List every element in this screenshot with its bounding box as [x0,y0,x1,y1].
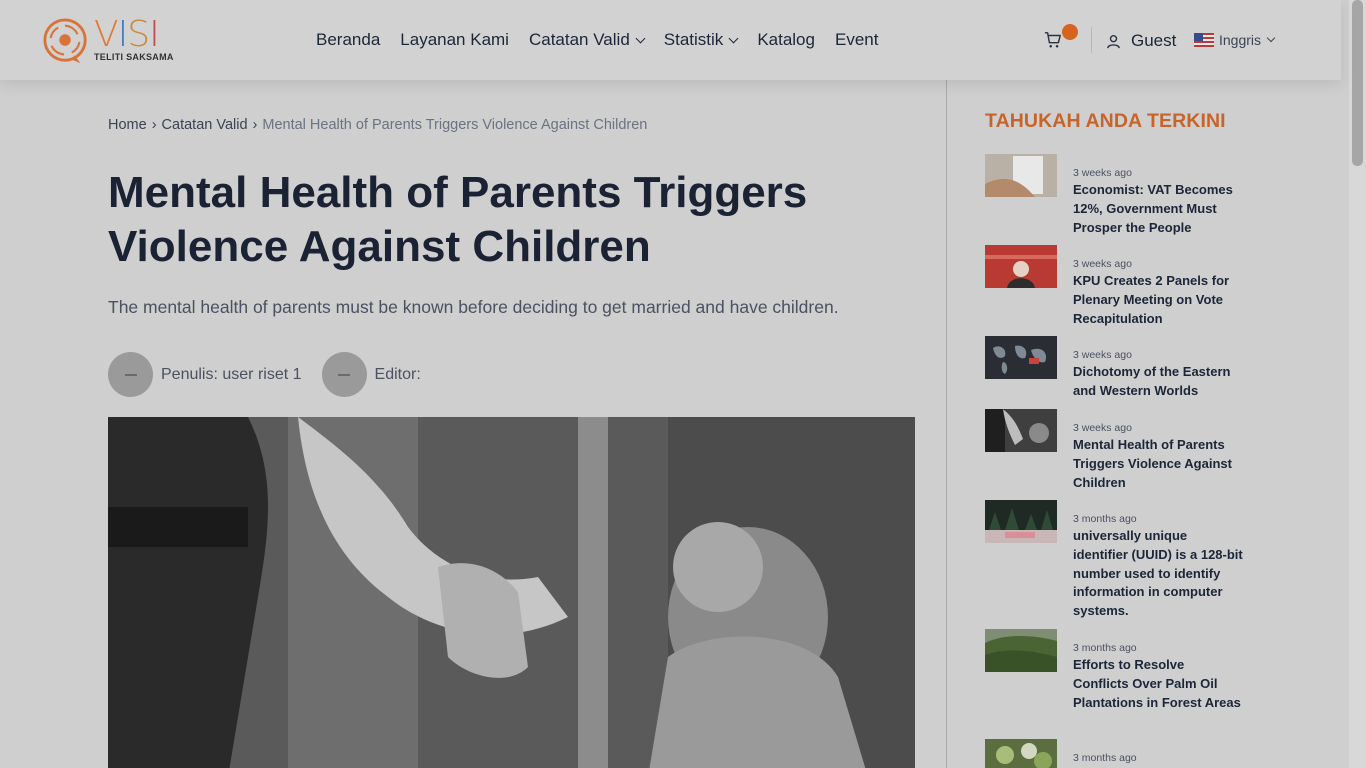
logo-text: VISI TELITI SAKSAMA [94,14,174,63]
news-item[interactable]: 3 weeks ago Mental Health of Parents Tri… [985,409,1245,492]
writer-avatar [108,352,153,397]
logo-aperture-icon [43,18,87,64]
nav-catatan-valid[interactable]: Catatan Valid [529,30,646,50]
user-menu[interactable]: Guest [1106,31,1176,51]
news-thumbnail [985,336,1057,379]
site-header: VISI TELITI SAKSAMA Beranda Layanan Kami… [0,0,1341,80]
news-item[interactable]: 3 months ago Efforts to Resolve Conflict… [985,629,1245,712]
news-title[interactable]: Dichotomy of the Eastern and Western Wor… [1073,363,1243,401]
user-label: Guest [1131,31,1177,50]
news-item[interactable]: 3 weeks ago KPU Creates 2 Panels for Ple… [985,245,1245,328]
sidebar: TAHUKAH ANDA TERKINI 3 weeks ago Economi… [985,110,1245,768]
us-flag-icon [1194,33,1214,47]
news-title[interactable]: universally unique identifier (UUID) is … [1073,527,1243,621]
news-thumbnail [985,629,1057,672]
chevron-down-icon [1266,33,1276,43]
editor-block: Editor: [321,352,421,397]
nav-beranda[interactable]: Beranda [316,30,380,50]
news-thumbnail [985,245,1057,288]
breadcrumb-catatan-valid[interactable]: Catatan Valid [162,117,248,133]
breadcrumb: Home › Catatan Valid › Mental Health of … [108,117,647,133]
article-main: Home › Catatan Valid › Mental Health of … [0,80,947,768]
user-icon [1107,34,1120,48]
news-thumbnail [985,500,1057,543]
editor-label: Editor: [374,365,421,383]
news-time: 3 months ago [1073,752,1137,764]
news-title[interactable]: Efforts to Resolve Conflicts Over Palm O… [1073,656,1243,712]
news-item[interactable]: 3 weeks ago Dichotomy of the Eastern and… [985,336,1245,401]
logo-wordmark: VISI [94,14,160,55]
article-authors: Penulis: user riset 1 Editor: [108,352,441,397]
breadcrumb-current: Mental Health of Parents Triggers Violen… [262,117,648,133]
news-time: 3 months ago [1073,513,1137,525]
logo-tagline: TELITI SAKSAMA [94,52,174,62]
editor-avatar [321,352,367,397]
news-time: 3 months ago [1073,642,1137,654]
nav-katalog[interactable]: Katalog [757,30,815,50]
news-thumbnail [985,154,1057,197]
header-divider [1091,27,1092,53]
news-title[interactable]: KPU Creates 2 Panels for Plenary Meeting… [1073,272,1243,328]
scrollbar-thumb[interactable] [1352,0,1363,166]
language-label: Inggris [1219,32,1262,48]
nav-statistik[interactable]: Statistik [664,30,739,50]
nav-layanan-kami[interactable]: Layanan Kami [400,30,509,50]
news-time: 3 weeks ago [1073,349,1132,361]
language-selector[interactable]: Inggris [1194,32,1276,48]
news-item[interactable]: 3 months ago universally unique identifi… [985,500,1245,621]
breadcrumb-home[interactable]: Home [108,117,147,133]
breadcrumb-separator: › [252,117,258,133]
news-thumbnail [985,409,1057,452]
news-title[interactable]: Economist: VAT Becomes 12%, Government M… [1073,181,1243,237]
article-hero-image [108,417,915,768]
news-time: 3 weeks ago [1073,167,1132,179]
writer-block: Penulis: user riset 1 [108,352,302,397]
news-title[interactable]: Mental Health of Parents Triggers Violen… [1073,436,1243,492]
news-time: 3 weeks ago [1073,258,1132,270]
news-time: 3 weeks ago [1073,422,1132,434]
sidebar-title: TAHUKAH ANDA TERKINI [985,110,1226,132]
news-thumbnail [985,739,1057,768]
writer-label: Penulis: user riset 1 [161,365,302,383]
article-subtitle: The mental health of parents must be kno… [108,297,839,317]
chevron-down-icon [728,33,739,43]
cart-icon[interactable] [1044,31,1062,49]
chevron-down-icon [635,33,646,43]
hero-photo [108,417,915,768]
breadcrumb-separator: › [151,117,157,133]
news-item[interactable]: 3 weeks ago Economist: VAT Becomes 12%, … [985,154,1245,237]
news-item[interactable]: 3 months ago [985,739,1245,768]
cart-badge [1062,24,1078,40]
site-logo[interactable]: VISI TELITI SAKSAMA [42,16,177,66]
article-title: Mental Health of Parents Triggers Violen… [108,168,808,271]
main-nav: Beranda Layanan Kami Catatan Valid Stati… [316,30,878,50]
nav-event[interactable]: Event [835,30,878,50]
